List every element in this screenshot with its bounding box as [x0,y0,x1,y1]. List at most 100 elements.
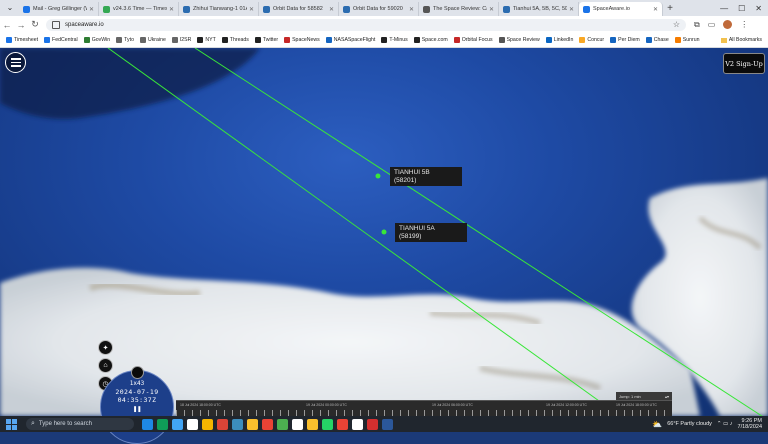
bookmark-label: Ukraine [147,37,166,43]
bookmark-item[interactable]: SpaceNews [284,37,320,43]
bookmark-label: Per Diem [618,37,640,43]
profile-avatar[interactable] [723,20,733,29]
timeline-bar[interactable]: 18 Jul 2024 18:00:00 UTC 19 Jul 2024 00:… [176,400,672,417]
timeline-label: 19 Jul 2024 18:00:00 UTC [616,403,657,407]
tab-close-icon[interactable]: ✕ [653,6,658,13]
bookmark-item[interactable]: Ukraine [139,37,166,43]
v2-signup-button[interactable]: V2 Sign-Up [723,53,765,74]
taskbar-app-icon[interactable] [262,418,273,430]
new-tab-button[interactable]: + [663,3,677,14]
taskbar-app-icon[interactable] [322,418,333,430]
taskbar-app-icon[interactable] [337,418,348,430]
tab-close-icon[interactable]: ✕ [569,6,574,13]
tab-close-icon[interactable]: ✕ [249,6,254,13]
sidepanel-icon[interactable]: ▭ [708,20,716,29]
bookmark-item[interactable]: Chase [645,37,669,43]
hamburger-menu-icon[interactable] [5,52,26,73]
forward-icon[interactable]: → [14,20,28,30]
bookmark-item[interactable]: Threads [221,37,249,43]
tab-close-icon[interactable]: ✕ [489,6,494,13]
satellite-marker-5a[interactable] [381,229,387,235]
taskbar-app-icon[interactable] [157,418,168,430]
tab-close-icon[interactable]: ✕ [89,6,94,13]
bookmark-favicon-icon [171,37,178,43]
bookmark-favicon-icon [545,37,552,43]
tab-close-icon[interactable]: ✕ [329,6,334,13]
tray-clock[interactable]: 9:26 PM 7/18/2024 [738,418,762,430]
speed-knob[interactable] [131,366,144,379]
more-menu-icon[interactable]: ⋮ [740,20,748,29]
bookmark-item[interactable]: Per Diem [610,37,640,43]
satellite-label-5b[interactable]: TIANHUI 5B (58201) [390,167,462,186]
sim-date: 2024-07-19 [115,388,159,396]
bookmark-item[interactable]: Concur [579,37,604,43]
browser-tab[interactable]: Mail - Greg Gillinger (Wri✕ [19,2,99,16]
globe-viewport[interactable] [0,48,768,416]
pause-icon[interactable]: ❚❚ [133,405,141,413]
satellite-label-5a[interactable]: TIANHUI 5A (58199) [395,223,467,242]
bookmark-item[interactable]: LinkedIn [545,37,573,43]
taskbar-app-icon[interactable] [382,418,393,430]
taskbar-app-icon[interactable] [367,418,378,430]
all-bookmarks-button[interactable]: All Bookmarks [720,37,762,43]
taskbar-app-icon[interactable] [217,418,228,430]
bookmark-item[interactable]: FedCentral [44,37,78,43]
browser-toolbar: ← → ↻ spaceaware.io ☆ ⧉ ▭ ⋮ [0,16,768,33]
bookmark-item[interactable]: Orbital Focus [453,37,493,43]
browser-tab[interactable]: Orbit Data for 58582 ✕ [259,2,339,16]
browser-tab[interactable]: SpaceAware.io ✕ [579,2,663,16]
browser-tab[interactable]: Orbit Data for 59020 ✕ [339,2,419,16]
taskbar-app-icon[interactable] [277,418,288,430]
home-icon[interactable]: ⌂ [98,358,113,373]
bookmark-star-icon[interactable]: ☆ [673,20,680,29]
taskbar-search[interactable]: ⌕ Type here to search [26,418,134,430]
bookmark-item[interactable]: Twitter [254,37,278,43]
window-controls: — ☐ ✕ [720,4,768,13]
taskbar-app-icon[interactable] [232,418,243,430]
satellite-icon[interactable]: ✦ [98,340,113,355]
browser-tab[interactable]: Zhihui Tianwang-1 01A/✕ [179,2,259,16]
bookmark-item[interactable]: GovWin [83,37,110,43]
taskbar-app-icon[interactable] [187,418,198,430]
windows-start-icon[interactable] [4,417,18,431]
taskbar-app-icon[interactable] [307,418,318,430]
back-icon[interactable]: ← [0,20,14,30]
minimize-icon[interactable]: — [720,4,728,13]
taskbar-app-icon[interactable] [172,418,183,430]
bookmark-item[interactable]: Timesheet [6,37,38,43]
taskbar-app-icon[interactable] [292,418,303,430]
maximize-icon[interactable]: ☐ [738,4,745,13]
site-info-icon[interactable] [52,20,60,29]
browser-tab[interactable]: The Space Review: Canvi✕ [419,2,499,16]
address-bar[interactable]: spaceaware.io ☆ [46,18,686,31]
tray-icons[interactable]: ⌃ ▭ ♪ [717,421,733,427]
reload-icon[interactable]: ↻ [28,19,42,30]
taskbar-app-icon[interactable] [202,418,213,430]
bookmark-label: Chase [653,37,669,43]
bookmark-item[interactable]: Sunrun [674,37,699,43]
satellite-marker-5b[interactable] [375,173,381,179]
bookmark-item[interactable]: Space.com [413,37,448,43]
bookmark-item[interactable]: T-Minus [381,37,408,43]
weather-icon[interactable]: ⛅ [652,420,662,429]
timeline-arrows-icon[interactable]: ▴▾ [665,394,669,399]
taskbar-app-icon[interactable] [352,418,363,430]
browser-tab[interactable]: Tianhui 5A, 5B, 5C, 5D (T✕ [499,2,579,16]
bookmark-favicon-icon [674,37,681,43]
taskbar-app-icon[interactable] [247,418,258,430]
satellite-name: TIANHUI 5B [394,169,430,176]
all-bookmarks-label: All Bookmarks [728,37,762,43]
tab-close-icon[interactable]: ✕ [409,6,414,13]
bookmark-item[interactable]: Space Review [498,37,540,43]
bookmark-item[interactable]: NYT [197,37,216,43]
browser-tab[interactable]: v24.3.6 Time — Timeshe✕ [99,2,179,16]
extensions-icon[interactable]: ⧉ [694,20,700,30]
close-window-icon[interactable]: ✕ [755,4,762,13]
bookmark-item[interactable]: NASASpaceFlight [325,37,375,43]
bookmark-item[interactable]: I2SR [171,37,191,43]
bookmark-item[interactable]: Tyto [116,37,134,43]
bookmark-favicon-icon [498,37,505,43]
tab-search-icon[interactable]: ⌄ [3,1,17,15]
tab-close-icon[interactable]: ✕ [169,6,174,13]
taskbar-app-icon[interactable] [142,418,153,430]
